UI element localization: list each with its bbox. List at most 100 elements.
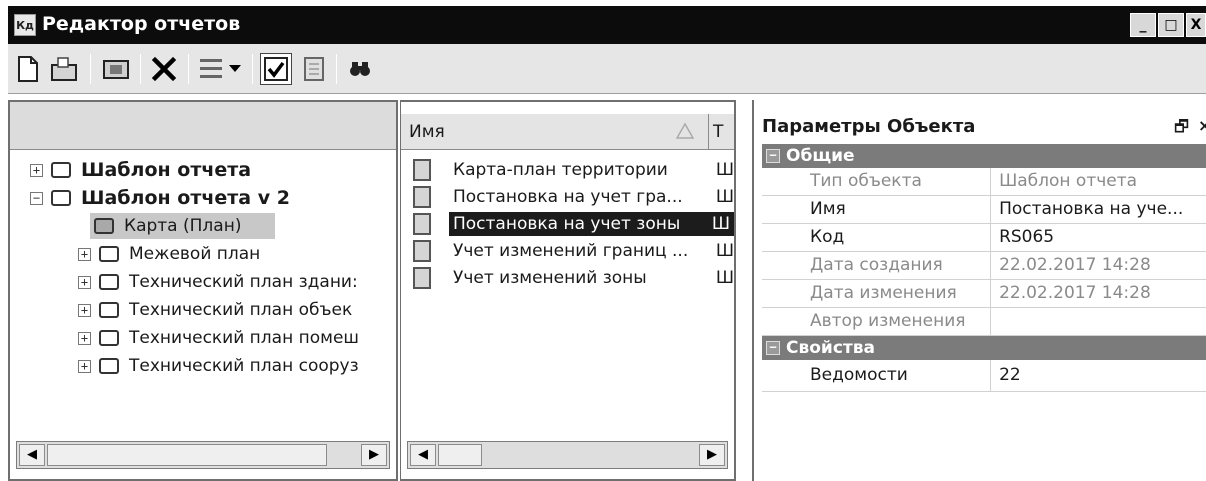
category-label: Свойства: [786, 338, 875, 358]
open-folder-icon[interactable]: [48, 53, 80, 85]
scroll-right-icon[interactable]: ▶: [361, 444, 387, 466]
sort-ascending-icon: [676, 122, 694, 139]
new-document-icon[interactable]: [12, 53, 44, 85]
object-properties-panel: Параметры Объекта 🗗 × − Общие Тип объект…: [752, 100, 1206, 481]
window-title-bar: Кд Редактор отчетов _ □ X: [8, 6, 1206, 44]
folder-icon: [99, 274, 119, 290]
folder-image-icon[interactable]: [100, 53, 132, 85]
scroll-right-icon[interactable]: ▶: [699, 444, 725, 466]
toolbar-separator: [252, 54, 253, 84]
list-view-icon[interactable]: [198, 53, 244, 85]
list-row[interactable]: Постановка на учет гра... Ш: [401, 183, 734, 210]
property-value[interactable]: 22: [991, 360, 1206, 391]
report-template-icon: [413, 266, 431, 289]
column-header-name[interactable]: Имя: [401, 114, 709, 149]
folder-icon: [94, 218, 114, 234]
folder-icon: [99, 302, 119, 318]
scroll-left-icon[interactable]: ◀: [410, 444, 436, 466]
tree-item-tech-plan-structure[interactable]: + Технический план сооруз: [78, 353, 359, 379]
property-row-name[interactable]: Имя Постановка на уче...: [762, 196, 1206, 224]
collapse-icon[interactable]: −: [766, 341, 780, 355]
expand-icon[interactable]: +: [78, 247, 91, 261]
close-panel-icon[interactable]: ×: [1198, 116, 1206, 135]
checkbox-icon[interactable]: [260, 53, 292, 85]
property-name: Дата изменения: [762, 280, 992, 307]
collapse-icon[interactable]: −: [30, 191, 43, 205]
property-name: Имя: [762, 196, 992, 223]
tree-item-label: Межевой план: [129, 244, 261, 264]
tree-item-label: Шаблон отчета v 2: [81, 187, 290, 209]
scrollbar-thumb[interactable]: [47, 444, 327, 466]
report-template-icon: [413, 239, 431, 262]
list-row-type: Ш: [715, 240, 734, 261]
scroll-left-icon[interactable]: ◀: [19, 444, 45, 466]
folder-icon: [99, 246, 119, 262]
property-value[interactable]: RS065: [991, 224, 1206, 251]
tree-item-template-v2[interactable]: − Шаблон отчета v 2: [30, 185, 290, 211]
list-row-type: Ш: [715, 186, 734, 207]
maximize-button[interactable]: □: [1158, 13, 1184, 37]
tree-item-boundary-plan[interactable]: + Межевой план: [78, 241, 260, 267]
tree-item-tech-plan-building[interactable]: + Технический план здани:: [78, 269, 358, 295]
expand-icon[interactable]: +: [78, 331, 91, 345]
property-name: Код: [762, 224, 992, 251]
tree-horizontal-scrollbar[interactable]: ◀ ▶: [16, 441, 390, 469]
toolbar: [8, 44, 1206, 94]
expand-icon[interactable]: +: [30, 163, 43, 177]
property-value: Шаблон отчета: [999, 171, 1138, 191]
property-name: Тип объекта: [762, 168, 992, 195]
property-row-statements[interactable]: Ведомости 22: [762, 360, 1206, 392]
list-row-selected[interactable]: Постановка на учет зоны Ш: [401, 210, 734, 237]
folder-icon: [99, 330, 119, 346]
list-row-type: Ш: [707, 211, 734, 236]
list-row-name: Постановка на учет гра...: [453, 186, 683, 207]
tree-item-label: Технический план помеш: [129, 328, 359, 348]
toolbar-separator: [140, 54, 141, 84]
property-row-object-type: Тип объекта Шаблон отчета: [762, 168, 1206, 196]
expand-icon[interactable]: +: [78, 275, 91, 289]
property-row-modified-by: Автор изменения: [762, 308, 1206, 336]
tree-item-label: Карта (План): [124, 216, 242, 236]
close-button[interactable]: X: [1186, 13, 1206, 37]
column-header-type[interactable]: Т: [713, 122, 723, 142]
toolbar-separator: [188, 54, 189, 84]
property-category-properties[interactable]: − Свойства: [762, 336, 1206, 360]
scrollbar-thumb[interactable]: [438, 444, 482, 466]
list-row[interactable]: Учет изменений зоны Ш: [401, 264, 734, 291]
property-value[interactable]: Постановка на уче...: [991, 196, 1206, 223]
property-name: Ведомости: [762, 360, 992, 391]
window-title: Редактор отчетов: [42, 13, 241, 35]
tree-header: [10, 102, 396, 150]
list-row-type: Ш: [715, 267, 734, 288]
toolbar-separator: [336, 54, 337, 84]
float-window-icon[interactable]: 🗗: [1174, 116, 1189, 143]
collapse-icon[interactable]: −: [766, 149, 780, 163]
folder-icon: [99, 358, 119, 374]
property-row-created: Дата создания 22.02.2017 14:28: [762, 252, 1206, 280]
tree-item-tech-plan-premises[interactable]: + Технический план помеш: [78, 325, 359, 351]
binoculars-icon[interactable]: [344, 53, 376, 85]
property-value: [991, 308, 1206, 335]
list-row-name: Постановка на учет зоны: [449, 211, 708, 236]
expand-icon[interactable]: +: [78, 303, 91, 317]
list-row[interactable]: Карта-план территории Ш: [401, 156, 734, 183]
template-list-pane: Имя Т Карта-план территории Ш Постановка…: [400, 100, 736, 481]
report-template-icon: [413, 212, 431, 235]
report-template-icon: [413, 158, 431, 181]
tree-item-map-plan[interactable]: Карта (План): [90, 213, 276, 239]
category-label: Общие: [786, 146, 855, 166]
property-row-code[interactable]: Код RS065: [762, 224, 1206, 252]
expand-icon[interactable]: +: [78, 359, 91, 373]
property-category-general[interactable]: − Общие: [762, 144, 1206, 168]
property-row-modified: Дата изменения 22.02.2017 14:28: [762, 280, 1206, 308]
list-row-name: Учет изменений границ ...: [453, 240, 689, 261]
list-horizontal-scrollbar[interactable]: ◀ ▶: [407, 441, 728, 469]
list-row[interactable]: Учет изменений границ ... Ш: [401, 237, 734, 264]
tree-item-tech-plan-object[interactable]: + Технический план объек: [78, 297, 352, 323]
delete-icon[interactable]: [148, 53, 180, 85]
folder-icon: [51, 162, 71, 178]
document-icon[interactable]: [298, 53, 330, 85]
tree-item-template[interactable]: + Шаблон отчета: [30, 157, 251, 183]
minimize-button[interactable]: _: [1130, 13, 1156, 37]
property-name: Дата создания: [762, 252, 992, 279]
